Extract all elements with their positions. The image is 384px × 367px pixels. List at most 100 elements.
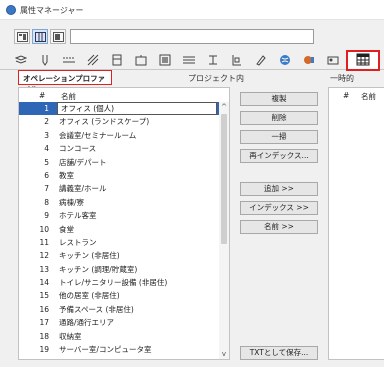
list-item-name-editor[interactable]: オフィス (個人)	[57, 102, 217, 115]
list-item[interactable]: 15 他の居室 (非居住)	[19, 289, 219, 302]
list-item-name: レストラン	[59, 237, 97, 247]
list-item-number: 1	[44, 104, 49, 113]
list-item[interactable]: 19 サーバー室/コンピュータ室	[19, 343, 219, 356]
list-item-name: オフィス (ランドスケープ)	[59, 117, 150, 127]
operation-profile-header: オペレーションプロファイル	[18, 70, 112, 94]
list-item-number: 6	[44, 170, 49, 180]
list-item[interactable]: 16 予備スペース (非居住)	[19, 303, 219, 316]
mep-icon[interactable]	[298, 53, 320, 67]
list-item-name: 他の居室 (非居住)	[59, 291, 120, 301]
title-bar: 属性マネージャー	[0, 0, 384, 20]
list-item-number: 17	[39, 318, 49, 328]
column-number-header[interactable]: #	[39, 91, 45, 100]
list-item[interactable]: 18 収納室	[19, 330, 219, 343]
list-item[interactable]: 14 トイレ/サニタリー設備 (非居住)	[19, 276, 219, 289]
reindex-button[interactable]: 再インデックス...	[240, 149, 318, 163]
fill-icon[interactable]	[82, 53, 104, 67]
list-item[interactable]: 17 通路/通行エリア	[19, 316, 219, 329]
temporary-list[interactable]: # 名前	[328, 87, 384, 360]
list-item[interactable]: 11 レストラン	[19, 236, 219, 249]
list-item-number: 9	[44, 211, 49, 221]
line-type-icon[interactable]	[58, 53, 80, 67]
list-item[interactable]: 12 キッチン (非居住)	[19, 249, 219, 262]
delete-button[interactable]: 削除	[240, 111, 318, 125]
view-toolbar	[0, 24, 384, 50]
list-item-name: 食堂	[59, 224, 74, 234]
right-column-name-header[interactable]: 名前	[361, 91, 376, 102]
list-item-name: トイレ/サニタリー設備 (非居住)	[59, 278, 168, 288]
list-column-header: # 名前	[19, 88, 229, 102]
list-item-name: 教室	[59, 170, 74, 180]
pen-set-icon[interactable]	[250, 53, 272, 67]
scroll-thumb[interactable]	[221, 114, 227, 244]
layers-icon[interactable]	[10, 53, 32, 67]
surface-texture-icon[interactable]	[322, 53, 344, 67]
duplicate-button[interactable]: 複製	[240, 92, 318, 106]
scroll-down-icon[interactable]: v	[219, 349, 229, 359]
purge-button[interactable]: 一掃	[240, 130, 318, 144]
search-input[interactable]	[70, 29, 314, 44]
list-scrollbar[interactable]: ^ v	[219, 102, 229, 359]
list-item-number: 13	[39, 264, 49, 274]
attribute-type-tabs	[0, 50, 384, 71]
building-material-icon[interactable]	[130, 53, 152, 67]
surface-icon[interactable]	[154, 53, 176, 67]
list-item[interactable]: 13 キッチン (調理/貯蔵室)	[19, 263, 219, 276]
list-item[interactable]: 9 ホテル客室	[19, 209, 219, 222]
list-item-name: キッチン (調理/貯蔵室)	[59, 264, 138, 274]
list-item-number: 5	[44, 157, 49, 167]
index-button[interactable]: インデックス >>	[240, 201, 318, 215]
list-item-number: 8	[44, 197, 49, 207]
list-item-number: 12	[39, 251, 49, 261]
list-item[interactable]: 8 病棟/寮	[19, 196, 219, 209]
save-as-txt-button[interactable]: TXTとして保存...	[240, 346, 318, 360]
add-button[interactable]: 追加 >>	[240, 182, 318, 196]
view-list-icon[interactable]	[14, 29, 30, 44]
temporary-label: 一時的	[330, 74, 354, 83]
right-column-number-header[interactable]: #	[343, 91, 349, 100]
list-item-name: 予備スペース (非居住)	[59, 304, 134, 314]
operation-profile-tab[interactable]	[346, 50, 380, 71]
window-title: 属性マネージャー	[20, 6, 84, 15]
list-item-name: キッチン (非居住)	[59, 251, 120, 261]
list-item-name: 通路/通行エリア	[59, 318, 115, 328]
list-item-name: 会議室/セミナールーム	[59, 130, 137, 140]
list-item-number: 19	[39, 345, 49, 355]
globe-icon[interactable]	[274, 53, 296, 67]
list-item-name: ホテル客室	[59, 211, 97, 221]
list-item[interactable]: 3 会議室/セミナールーム	[19, 129, 219, 142]
markup-style-icon[interactable]	[226, 53, 248, 67]
name-button[interactable]: 名前 >>	[240, 220, 318, 234]
list-item-number: 10	[39, 224, 49, 234]
list-item-name: サーバー室/コンピュータ室	[59, 345, 152, 355]
list-item-number: 4	[44, 144, 49, 154]
list-item-number: 11	[39, 237, 49, 247]
scroll-up-icon[interactable]: ^	[219, 102, 229, 112]
list-item[interactable]: 5 店舗/デパート	[19, 156, 219, 169]
list-item[interactable]: 4 コンコース	[19, 142, 219, 155]
list-item[interactable]: 10 食堂	[19, 223, 219, 236]
profile-icon[interactable]	[178, 53, 200, 67]
in-project-label: プロジェクト内	[188, 74, 244, 83]
zone-category-icon[interactable]	[202, 53, 224, 67]
list-item[interactable]: 6 教室	[19, 169, 219, 182]
list-item-name: 収納室	[59, 331, 82, 341]
list-item-name: 店舗/デパート	[59, 157, 107, 167]
profile-list[interactable]: # 名前 1 オフィス (個人) 2 オフィス (ランドスケープ) 3 会議室/セミナール…	[18, 87, 230, 360]
list-item-number: 14	[39, 278, 49, 288]
list-rows: 1 オフィス (個人) 2 オフィス (ランドスケープ) 3 会議室/セミナールーム 4 コン…	[19, 102, 219, 356]
list-item[interactable]: 7 講義室/ホール	[19, 182, 219, 195]
column-name-header[interactable]: 名前	[61, 91, 76, 102]
list-item-number: 15	[39, 291, 49, 301]
pen-icon[interactable]	[34, 53, 56, 67]
app-icon	[6, 5, 16, 15]
list-item-number: 3	[44, 130, 49, 140]
list-item-name: 病棟/寮	[59, 197, 85, 207]
view-split-icon[interactable]	[32, 29, 48, 44]
list-item-number: 16	[39, 304, 49, 314]
view-panel-icon[interactable]	[50, 29, 66, 44]
list-item-name: 講義室/ホール	[59, 184, 107, 194]
list-item[interactable]: 1 オフィス (個人)	[19, 102, 219, 116]
composite-icon[interactable]	[106, 53, 128, 67]
list-item[interactable]: 2 オフィス (ランドスケープ)	[19, 115, 219, 128]
